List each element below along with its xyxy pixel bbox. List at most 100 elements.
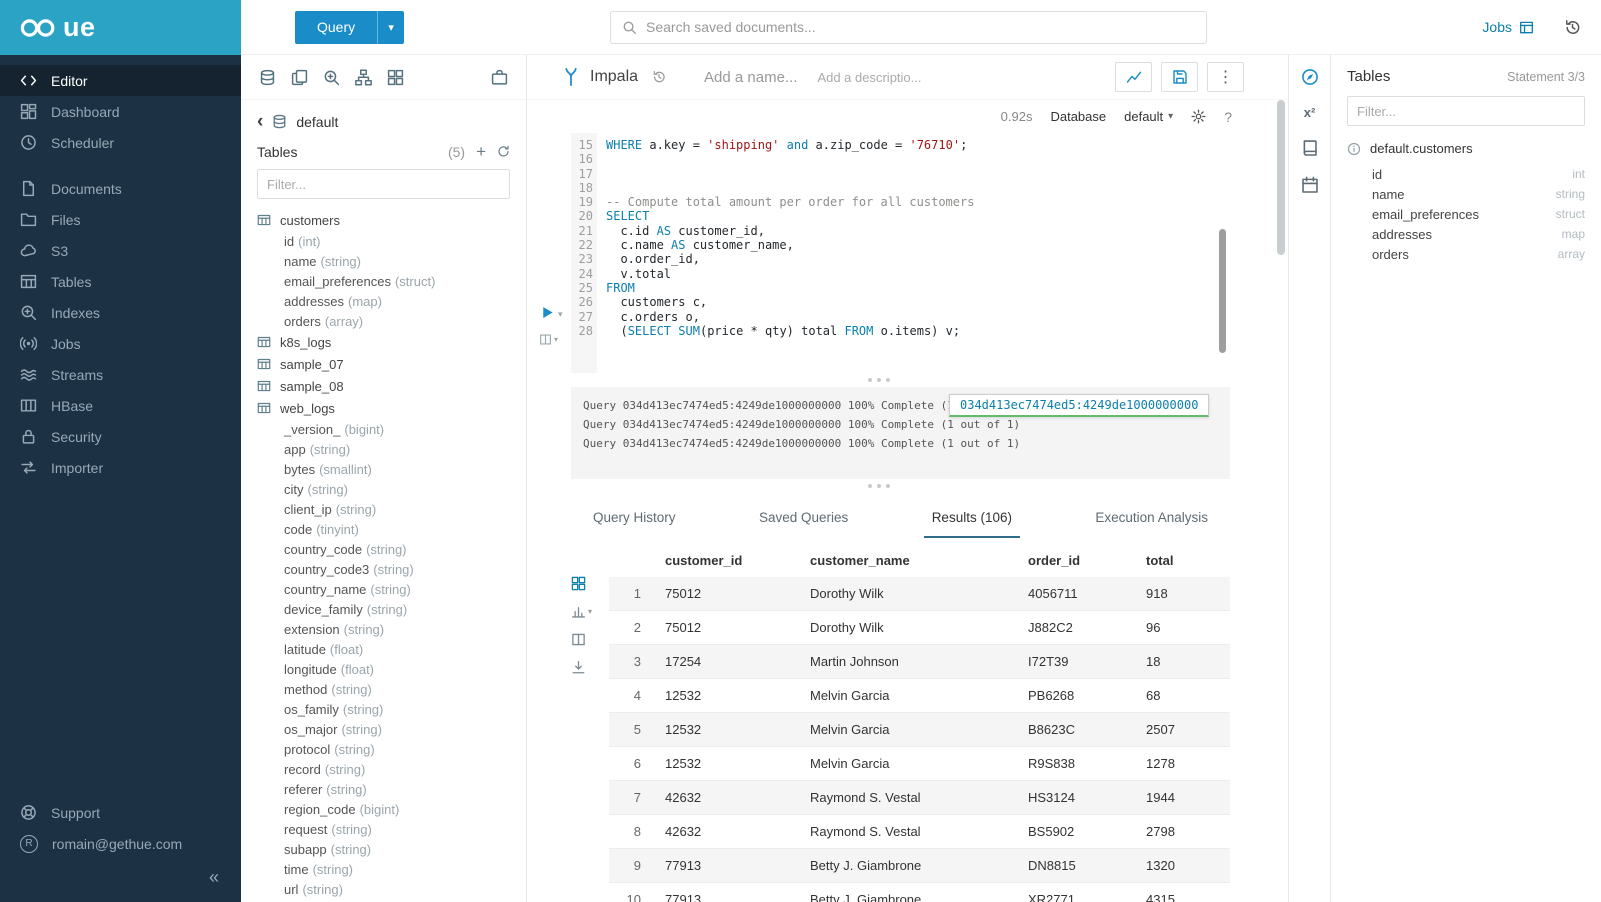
assist-column-bytes[interactable]: bytes(smallint) [257,459,526,479]
results-cell[interactable]: Raymond S. Vestal [800,781,1018,815]
assist-column-country-code[interactable]: country_code(string) [257,539,526,559]
jobs-link[interactable]: Jobs [1482,19,1534,35]
results-cell[interactable]: 2507 [1136,713,1230,747]
assist-column-referer[interactable]: referer(string) [257,779,526,799]
assist-bag-button[interactable] [491,69,508,86]
assist-column-client-ip[interactable]: client_ip(string) [257,499,526,519]
editor-options-button[interactable]: ▾ [539,333,558,346]
tab-execution-analysis[interactable]: Execution Analysis [1087,498,1216,538]
assist-column-method[interactable]: method(string) [257,679,526,699]
refresh-tables-icon[interactable] [497,145,510,158]
results-cell[interactable]: BS5902 [1018,815,1136,849]
results-cell[interactable]: Melvin Garcia [800,747,1018,781]
results-cell[interactable]: 18 [1136,645,1230,679]
results-cell[interactable]: HS3124 [1018,781,1136,815]
results-cell[interactable]: XR2771 [1018,883,1136,902]
results-cell[interactable]: J882C2 [1018,611,1136,645]
context-column-orders[interactable]: ordersarray [1347,244,1585,264]
query-history-icon[interactable] [1564,19,1581,36]
results-cell[interactable]: 42632 [655,781,800,815]
query-id-popup[interactable]: 034d413ec7474ed5:4249de1000000000 [949,394,1209,417]
snippet-history-icon[interactable] [652,70,666,84]
results-cell[interactable]: Martin Johnson [800,645,1018,679]
sidebar-item-support[interactable]: Support [0,797,241,828]
results-cell[interactable]: 17254 [655,645,800,679]
context-column-name[interactable]: namestring [1347,184,1585,204]
results-cell[interactable]: 75012 [655,611,800,645]
results-cell[interactable]: 12532 [655,713,800,747]
schedule-button[interactable] [1301,176,1319,194]
assist-table-k8s-logs[interactable]: k8s_logs [257,331,526,353]
assist-column-extension[interactable]: extension(string) [257,619,526,639]
results-cell[interactable]: Dorothy Wilk [800,611,1018,645]
results-cell[interactable]: 1320 [1136,849,1230,883]
results-cell[interactable]: 96 [1136,611,1230,645]
results-cell[interactable]: R9S838 [1018,747,1136,781]
tab-saved-queries[interactable]: Saved Queries [751,498,856,538]
statement-counter[interactable]: Statement 3/3 [1507,70,1585,84]
results-cell[interactable]: 918 [1136,577,1230,611]
sidebar-item-security[interactable]: Security [0,421,241,452]
assist-search-plus-button[interactable] [323,69,340,86]
chart-button[interactable] [1115,62,1152,92]
add-table-button[interactable]: + [476,143,486,160]
results-column-header[interactable]: customer_name [800,544,1018,577]
results-cell[interactable]: 1278 [1136,747,1230,781]
assist-column-time[interactable]: time(string) [257,859,526,879]
sidebar-item-jobs[interactable]: Jobs [0,328,241,359]
execute-query-button[interactable] [540,305,555,320]
help-icon[interactable]: ? [1224,109,1232,125]
assist-copy-button[interactable] [291,69,308,86]
results-grid-view-button[interactable] [571,576,609,591]
database-select[interactable]: default ▾ [1124,109,1173,124]
results-cell[interactable]: Betty J. Giambrone [800,849,1018,883]
results-cell[interactable]: 77913 [655,849,800,883]
assist-column-name[interactable]: name(string) [257,251,526,271]
results-cell[interactable]: 68 [1136,679,1230,713]
assist-table-web-logs[interactable]: web_logs [257,397,526,419]
language-reference-button[interactable] [1301,139,1319,157]
sidebar-item-files[interactable]: Files [0,204,241,235]
sidebar-item-hbase[interactable]: HBase [0,390,241,421]
context-column-addresses[interactable]: addressesmap [1347,224,1585,244]
sidebar-item-s3[interactable]: S3 [0,235,241,266]
assist-column-protocol[interactable]: protocol(string) [257,739,526,759]
results-cell[interactable]: I72T39 [1018,645,1136,679]
results-cell[interactable]: 12532 [655,679,800,713]
editor-scrollbar[interactable] [1219,229,1226,353]
snippet-more-actions-button[interactable]: ⋮ [1207,62,1244,92]
results-cell[interactable]: 42632 [655,815,800,849]
results-expand-button[interactable] [571,632,609,647]
results-cell[interactable]: 1944 [1136,781,1230,815]
sql-code[interactable]: WHERE a.key = 'shipping' and a.zip_code … [597,133,1230,373]
assist-table-sample-07[interactable]: sample_07 [257,353,526,375]
assist-column-url[interactable]: url(string) [257,879,526,899]
context-column-email-preferences[interactable]: email_preferencesstruct [1347,204,1585,224]
assist-column-code[interactable]: code(tinyint) [257,519,526,539]
query-button[interactable]: Query [295,11,377,44]
results-column-header[interactable]: customer_id [655,544,800,577]
results-cell[interactable]: Raymond S. Vestal [800,815,1018,849]
sidebar-item-scheduler[interactable]: Scheduler [0,127,241,158]
editor-resize-handle[interactable] [527,373,1230,387]
results-cell[interactable]: 2798 [1136,815,1230,849]
assist-column-addresses[interactable]: addresses(map) [257,291,526,311]
assist-column-record[interactable]: record(string) [257,759,526,779]
assist-column-country-code3[interactable]: country_code3(string) [257,559,526,579]
sidebar-item-tables[interactable]: Tables [0,266,241,297]
results-cell[interactable]: 4056711 [1018,577,1136,611]
sidebar-item-dashboard[interactable]: Dashboard [0,96,241,127]
assist-grid-button[interactable] [387,69,404,86]
sidebar-item-streams[interactable]: Streams [0,359,241,390]
code-editor[interactable]: ▾ ▾ 1516171819202122232425262728 WHERE a… [527,133,1230,373]
results-download-button[interactable] [571,660,609,675]
sidebar-item-editor[interactable]: Editor [0,65,241,96]
execute-options-caret[interactable]: ▾ [558,309,563,320]
query-name-field[interactable]: Add a name... [704,69,797,86]
assist-column-latitude[interactable]: latitude(float) [257,639,526,659]
assist-column-country-name[interactable]: country_name(string) [257,579,526,599]
sidebar-item-importer[interactable]: Importer [0,452,241,483]
context-column-id[interactable]: idint [1347,164,1585,184]
assist-column-id[interactable]: id(int) [257,231,526,251]
assist-table-customers[interactable]: customers [257,209,526,231]
